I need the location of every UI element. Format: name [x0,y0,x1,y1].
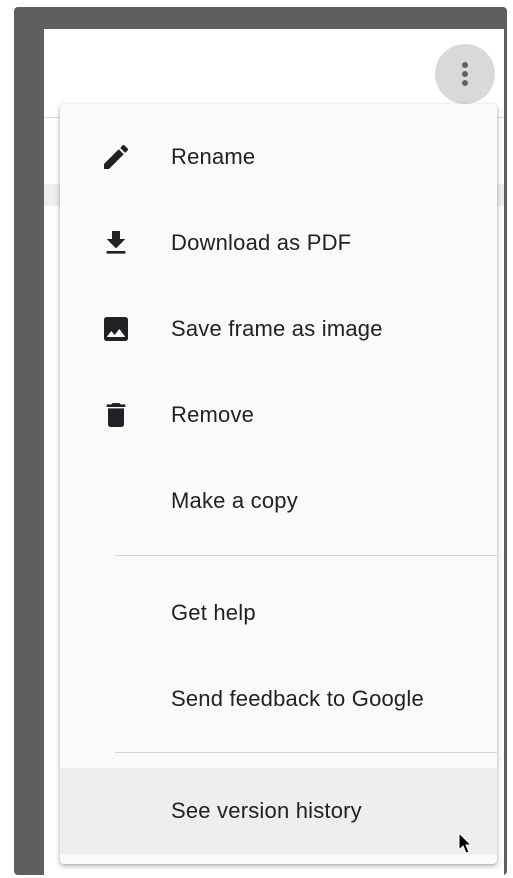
menu-item-label: See version history [171,798,362,823]
menu-item-label: Get help [171,600,256,625]
more-vert-icon [462,71,468,77]
menu-item-get-help[interactable]: Get help [60,570,497,656]
more-vert-icon [462,80,468,86]
app-screen: Rename Download as PDF Save frame as ima… [44,29,504,875]
menu-item-save-frame-image[interactable]: Save frame as image [60,286,497,372]
trash-icon [106,403,126,427]
mouse-pointer-icon [458,832,473,854]
menu-item-label: Download as PDF [171,230,352,255]
menu-divider [115,752,497,753]
menu-item-rename[interactable]: Rename [60,114,497,200]
menu-item-label: Rename [171,144,256,169]
overflow-menu: Rename Download as PDF Save frame as ima… [60,104,497,864]
menu-item-version-history[interactable]: See version history [60,768,497,854]
menu-item-label: Make a copy [171,488,298,513]
menu-item-remove[interactable]: Remove [60,372,497,458]
menu-item-label: Send feedback to Google [171,686,424,711]
image-icon [104,317,128,341]
device-frame: Rename Download as PDF Save frame as ima… [14,7,507,875]
menu-item-download-pdf[interactable]: Download as PDF [60,200,497,286]
menu-item-make-copy[interactable]: Make a copy [60,458,497,544]
menu-divider [115,555,497,556]
menu-item-label: Remove [171,402,255,427]
download-icon [106,231,126,254]
more-options-button[interactable] [435,44,495,104]
menu-item-send-feedback[interactable]: Send feedback to Google [60,656,497,742]
more-vert-icon [462,62,468,68]
menu-item-label: Save frame as image [171,316,383,341]
pencil-icon [104,144,129,169]
